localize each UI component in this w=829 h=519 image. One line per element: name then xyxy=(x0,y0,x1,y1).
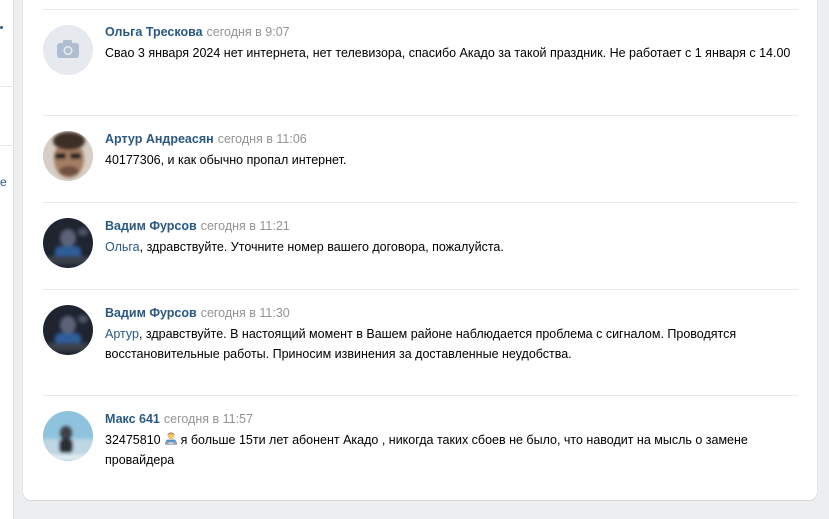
comment-time[interactable]: сегодня в 11:21 xyxy=(201,219,290,233)
comments-card: Ольга Трескова сегодня в 9:07 Сваo 3 янва… xyxy=(23,0,817,500)
comment-text: Сваo 3 января 2024 нет интернета, нет те… xyxy=(105,46,791,60)
comment-header: Вадим Фурсов сегодня в 11:21 xyxy=(105,217,290,235)
comment-divider xyxy=(43,289,798,290)
user-photo-icon xyxy=(43,411,93,461)
comment-text-body: я больше 15ти лет абонент Акадо , никогд… xyxy=(105,433,748,467)
comment-divider xyxy=(43,115,798,116)
camera-placeholder-icon xyxy=(43,25,93,75)
sidebar-fragment-dot xyxy=(0,26,3,29)
comment-text-body: , здравствуйте. Уточните номер вашего до… xyxy=(139,240,504,254)
comment-author[interactable]: Макс 641 xyxy=(105,412,160,426)
reply-mention-link[interactable]: Артур xyxy=(105,327,139,341)
user-photo-icon xyxy=(43,131,93,181)
user-photo-icon xyxy=(43,305,93,355)
comment-header: Артур Андреасян сегодня в 11:06 xyxy=(105,130,307,148)
comment-text: Артур, здравствуйте. В настоящий момент … xyxy=(105,324,797,364)
comment-author[interactable]: Вадим Фурсов xyxy=(105,306,197,320)
comment-time[interactable]: сегодня в 11:06 xyxy=(218,132,307,146)
comment-text: 40177306, и как обычно пропал интернет. xyxy=(105,153,347,167)
comment-contract-number: 32475810 xyxy=(105,433,161,447)
reply-mention-link[interactable]: Ольга xyxy=(105,240,140,254)
comment-header: Макс 641 сегодня в 11:57 xyxy=(105,410,253,428)
avatar[interactable] xyxy=(43,305,93,355)
user-photo-icon xyxy=(43,218,93,268)
comment-text: Ольга, здравствуйте. Уточните номер ваше… xyxy=(105,237,797,257)
avatar[interactable] xyxy=(43,131,93,181)
comment-author[interactable]: Ольга Трескова xyxy=(105,25,203,39)
comment-header: Ольга Трескова сегодня в 9:07 xyxy=(105,23,290,41)
comment-divider xyxy=(43,202,798,203)
comment-text: 32475810 я больше 15ти лет абонент Акадо… xyxy=(105,430,797,470)
comment-divider xyxy=(43,395,798,396)
comment-author[interactable]: Артур Андреасян xyxy=(105,132,214,146)
left-sidebar-fragment: е xyxy=(0,0,14,519)
comment-text-body: , здравствуйте. В настоящий момент в Ваш… xyxy=(105,327,737,361)
sidebar-divider xyxy=(0,145,14,146)
comment-time[interactable]: сегодня в 9:07 xyxy=(207,25,290,39)
avatar[interactable] xyxy=(43,411,93,461)
comment-divider xyxy=(43,9,798,10)
avatar[interactable] xyxy=(43,25,93,75)
comment-time[interactable]: сегодня в 11:57 xyxy=(164,412,253,426)
avatar[interactable] xyxy=(43,218,93,268)
person-at-laptop-emoji-icon xyxy=(164,432,177,445)
comment-author[interactable]: Вадим Фурсов xyxy=(105,219,197,233)
comment-time[interactable]: сегодня в 11:30 xyxy=(201,306,290,320)
sidebar-divider xyxy=(0,86,14,87)
sidebar-fragment-link[interactable]: е xyxy=(0,175,7,189)
comment-header: Вадим Фурсов сегодня в 11:30 xyxy=(105,304,290,322)
